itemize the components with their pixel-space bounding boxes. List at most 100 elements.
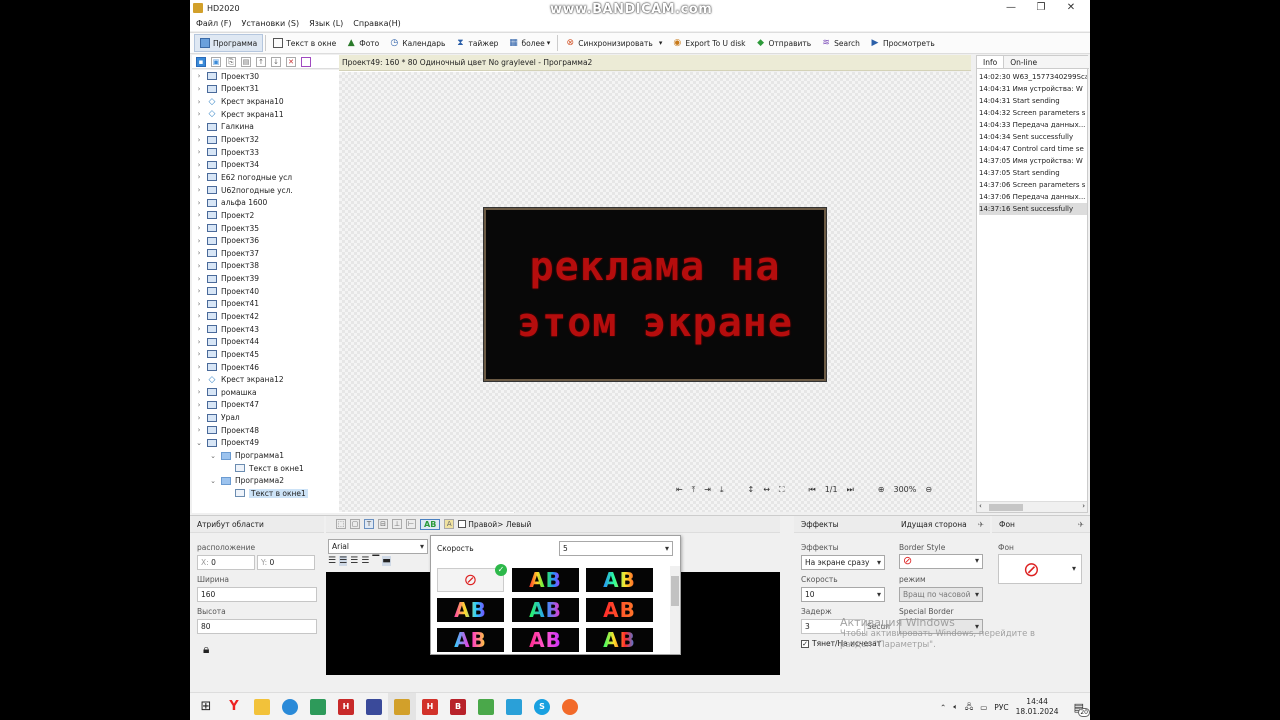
border-icon[interactable]: ▢ <box>350 519 360 529</box>
chevron-right-icon[interactable]: › <box>195 312 203 320</box>
taskbar-app-leaf[interactable] <box>472 693 500 720</box>
log-row[interactable]: 14:04:32 Screen parameters s <box>979 107 1087 119</box>
chevron-right-icon[interactable]: › <box>195 262 203 270</box>
calendar-button[interactable]: ◷ Календарь <box>384 34 450 52</box>
menu-help[interactable]: Справка(H) <box>353 19 401 28</box>
log-row[interactable]: 14:37:16 Sent successfully <box>979 203 1087 215</box>
chevron-right-icon[interactable]: › <box>195 110 203 118</box>
chevron-right-icon[interactable]: › <box>195 388 203 396</box>
search-button[interactable]: ≋ Search <box>816 34 865 52</box>
sync-button[interactable]: ⊗ Синхронизировать ▾ <box>560 34 667 52</box>
scroll-left-icon[interactable]: ‹ <box>979 502 982 510</box>
chevron-right-icon[interactable]: › <box>195 401 203 409</box>
stretch-vertical-icon[interactable]: ↕ <box>748 485 755 494</box>
taskbar-bandicam[interactable] <box>556 693 584 720</box>
chevron-right-icon[interactable]: › <box>195 287 203 295</box>
chevron-down-icon[interactable]: ⌄ <box>209 452 217 460</box>
align-bottom-icon[interactable]: ⤓ <box>720 485 724 495</box>
effect-tile[interactable]: AB <box>586 568 653 592</box>
photo-button[interactable]: ▲ Фото <box>341 34 384 52</box>
chevron-up-icon[interactable]: ⌃ <box>940 703 946 712</box>
taskbar-app-blue[interactable] <box>360 693 388 720</box>
clock[interactable]: 14:44 18.01.2024 <box>1016 697 1059 717</box>
delete-icon[interactable]: ✕ <box>286 56 296 67</box>
align-right-text-icon[interactable]: ☰ <box>350 556 358 566</box>
effects-speed-select[interactable]: 10 <box>801 587 885 602</box>
chevron-right-icon[interactable]: › <box>195 85 203 93</box>
log-row[interactable]: 14:37:06 Screen parameters s <box>979 179 1087 191</box>
chevron-right-icon[interactable]: › <box>195 98 203 106</box>
align-v-icon[interactable]: ⊥ <box>392 519 402 529</box>
more-button[interactable]: ▦ более ▾ <box>503 34 555 52</box>
log-row[interactable]: 14:04:31 Start sending <box>979 95 1087 107</box>
fit-screen-icon[interactable]: ⛶ <box>779 485 785 495</box>
taskbar-yandex[interactable]: Y <box>220 693 248 720</box>
notifications-icon[interactable]: ▤ 20 <box>1074 701 1090 717</box>
taskbar-hd[interactable]: H <box>332 693 360 720</box>
prev-page-icon[interactable]: ⏮ <box>809 485 816 495</box>
log-row[interactable]: 14:02:30 W63_1577340299Sca <box>979 71 1087 83</box>
taskbar-app-green[interactable] <box>304 693 332 720</box>
program-button[interactable]: Программа <box>194 34 264 52</box>
zoom-in-icon[interactable]: ⊕ <box>878 485 885 494</box>
valign-top-icon[interactable]: ▔ <box>372 556 379 566</box>
chevron-right-icon[interactable]: › <box>195 186 203 194</box>
network-icon[interactable]: 🖧︎ <box>965 701 973 714</box>
tab-online[interactable]: On-line <box>1004 56 1043 68</box>
move-up-icon[interactable]: ↑ <box>256 56 266 67</box>
taskbar-hd2020[interactable] <box>388 692 416 720</box>
border-style-select[interactable]: ⊘ <box>899 554 983 569</box>
battery-icon[interactable]: ▭ <box>980 703 987 712</box>
chevron-right-icon[interactable]: › <box>195 199 203 207</box>
chevron-right-icon[interactable]: › <box>195 350 203 358</box>
popup-scrollbar[interactable] <box>670 566 680 654</box>
align-left-text-icon[interactable]: ☰ <box>328 556 336 566</box>
frame-icon[interactable]: ⬚ <box>336 519 346 529</box>
chevron-right-icon[interactable]: › <box>195 211 203 219</box>
effect-tile[interactable]: AB <box>437 628 504 652</box>
lock-icon[interactable]: 🔒︎ <box>203 642 209 657</box>
pin-icon[interactable]: ✈ <box>1078 516 1084 533</box>
chevron-down-icon[interactable]: ⌄ <box>195 439 203 447</box>
taskbar-app-cyan[interactable] <box>500 693 528 720</box>
effect-tile[interactable]: AB <box>586 598 653 622</box>
next-page-icon[interactable]: ⏭ <box>847 485 854 495</box>
background-select[interactable]: ⊘ ▾ <box>998 554 1082 584</box>
chevron-right-icon[interactable]: › <box>195 224 203 232</box>
volume-icon[interactable]: 🔈︎ <box>953 702 958 712</box>
log-row[interactable]: 14:04:33 Передача данных... <box>979 119 1087 131</box>
align-left-icon[interactable]: ⇤ <box>676 485 683 494</box>
text-window-button[interactable]: Текст в окне <box>268 34 341 52</box>
chevron-right-icon[interactable]: › <box>195 123 203 131</box>
color-ab-button[interactable]: AB <box>420 518 441 530</box>
add-program-icon[interactable]: ▣ <box>211 56 221 67</box>
preview-button[interactable]: ▶ Просмотреть <box>865 34 940 52</box>
language-indicator[interactable]: РУС <box>994 703 1008 712</box>
no-effect-tile[interactable]: ⊘ <box>437 568 504 592</box>
log-row[interactable]: 14:04:34 Sent successfully <box>979 131 1087 143</box>
log-row[interactable]: 14:37:05 Start sending <box>979 167 1087 179</box>
valign-middle-icon[interactable]: ▬ <box>382 556 391 566</box>
taskbar-explorer[interactable] <box>248 693 276 720</box>
width-field[interactable]: 160 <box>197 587 317 602</box>
chevron-right-icon[interactable]: › <box>195 426 203 434</box>
chevron-right-icon[interactable]: › <box>195 249 203 257</box>
chevron-right-icon[interactable]: › <box>195 363 203 371</box>
minimize-icon[interactable]: — <box>996 0 1026 16</box>
timer-button[interactable]: ⧗ тайжер <box>450 34 503 52</box>
spacing-icon[interactable]: ⊢ <box>406 519 416 529</box>
add-screen-icon[interactable]: ▪ <box>196 56 206 67</box>
direction-checkbox[interactable]: Правой> Левый <box>458 520 531 529</box>
zoom-out-icon[interactable]: ⊖ <box>925 485 932 494</box>
chevron-right-icon[interactable]: › <box>195 414 203 422</box>
align-h-icon[interactable]: ⊟ <box>378 519 388 529</box>
popup-speed-select[interactable]: 5 <box>559 541 673 556</box>
send-button[interactable]: ◆ Отправить <box>751 34 817 52</box>
scroll-right-icon[interactable]: › <box>1082 502 1085 510</box>
menu-settings[interactable]: Установки (S) <box>242 19 300 28</box>
maximize-icon[interactable]: ❐ <box>1026 0 1056 16</box>
font-select[interactable]: Arial <box>328 539 428 554</box>
chevron-right-icon[interactable]: › <box>195 237 203 245</box>
align-right-icon[interactable]: ⇥ <box>704 485 711 494</box>
start-button[interactable]: ⊞ <box>192 693 220 720</box>
